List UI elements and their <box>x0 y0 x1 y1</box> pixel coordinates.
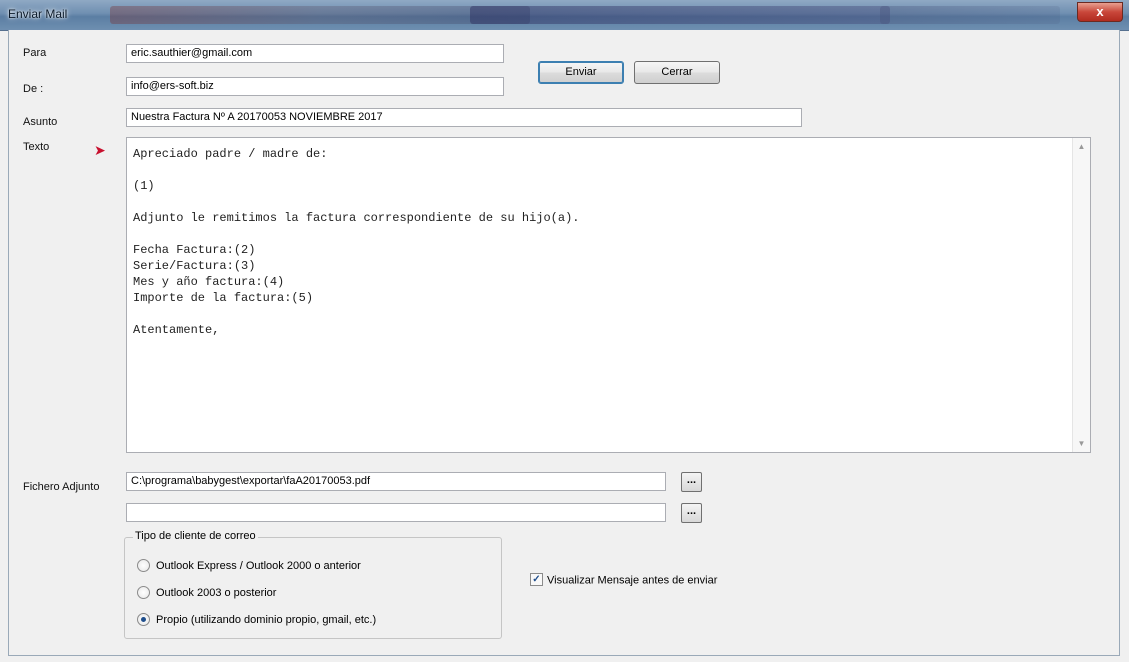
client-type-group: Tipo de cliente de correo Outlook Expres… <box>124 530 502 639</box>
radio-label: Outlook Express / Outlook 2000 o anterio… <box>156 560 361 572</box>
asunto-input[interactable]: Nuestra Factura Nº A 20170053 NOVIEMBRE … <box>126 108 802 127</box>
preview-checkbox-label: Visualizar Mensaje antes de enviar <box>547 574 718 587</box>
para-input[interactable]: eric.sauthier@gmail.com <box>126 44 504 63</box>
radio-option-outlook-2003[interactable]: Outlook 2003 o posterior <box>137 585 276 601</box>
browse-button-1[interactable]: ... <box>681 472 702 492</box>
title-bar: Enviar Mail x <box>0 0 1129 31</box>
window-title: Enviar Mail <box>8 7 68 21</box>
radio-option-outlook-express[interactable]: Outlook Express / Outlook 2000 o anterio… <box>137 558 361 574</box>
adjunto-input-2[interactable] <box>126 503 666 522</box>
de-input[interactable]: info@ers-soft.biz <box>126 77 504 96</box>
radio-option-propio[interactable]: Propio (utilizando dominio propio, gmail… <box>137 612 376 628</box>
title-bar-blur <box>880 6 1060 24</box>
message-textarea[interactable]: Apreciado padre / madre de: (1) Adjunto … <box>126 137 1091 453</box>
adjunto-label: Fichero Adjunto <box>23 481 100 493</box>
preview-checkbox-row[interactable]: ✓ Visualizar Mensaje antes de enviar <box>530 573 718 587</box>
message-text[interactable]: Apreciado padre / madre de: (1) Adjunto … <box>127 138 1090 346</box>
radio-label: Propio (utilizando dominio propio, gmail… <box>156 614 377 626</box>
de-label: De : <box>23 83 44 95</box>
adjunto-input-1[interactable]: C:\programa\babygest\exportar\faA2017005… <box>126 472 666 491</box>
radio-label: Outlook 2003 o posterior <box>156 587 277 599</box>
radio-icon[interactable] <box>137 585 150 599</box>
title-bar-blur <box>110 6 530 24</box>
radio-checked-icon[interactable] <box>137 612 150 626</box>
radio-icon[interactable] <box>137 558 150 572</box>
browse-button-2[interactable]: ... <box>681 503 702 523</box>
para-label: Para <box>23 47 47 59</box>
title-bar-blur <box>470 6 890 24</box>
scroll-down-icon[interactable]: ▼ <box>1073 435 1090 452</box>
close-button[interactable]: x <box>1077 2 1123 22</box>
texto-label: Texto <box>23 141 50 153</box>
message-scrollbar[interactable]: ▲ ▼ <box>1072 138 1090 452</box>
scroll-up-icon[interactable]: ▲ <box>1073 138 1090 155</box>
enviar-button[interactable]: Enviar <box>538 61 624 84</box>
asunto-label: Asunto <box>23 116 58 128</box>
client-type-legend: Tipo de cliente de correo <box>133 530 258 542</box>
pointer-arrow-icon: ➤ <box>94 142 106 158</box>
checkbox-checked-icon[interactable]: ✓ <box>530 573 543 586</box>
cerrar-button[interactable]: Cerrar <box>634 61 720 84</box>
